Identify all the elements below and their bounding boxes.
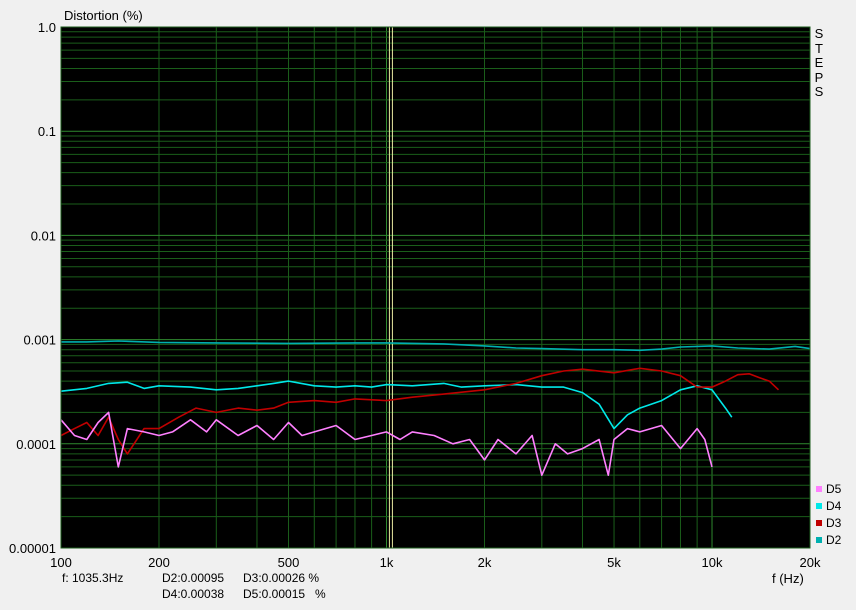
steps-letter: E [814, 55, 824, 70]
legend-item-d5: D5 [816, 480, 841, 497]
x-tick-label: 200 [148, 555, 170, 570]
d5-readout: D5:0.00015 % [243, 587, 326, 601]
d4-readout: D4:0.00038 [162, 587, 225, 601]
y-tick-label: 0.00001 [9, 541, 56, 556]
x-tick-label: 10k [702, 555, 723, 570]
steps-letter: T [815, 40, 823, 56]
legend-swatch [816, 536, 822, 543]
steps-letter: S [814, 26, 824, 41]
x-tick-label: 2k [478, 555, 492, 570]
steps-label: STEPS [812, 26, 826, 100]
legend-swatch [816, 519, 822, 526]
x-tick-label: 1k [380, 555, 394, 570]
y-tick-label: 0.0001 [16, 437, 56, 452]
x-tick-label: 20k [800, 555, 821, 570]
y-tick-label: 0.1 [38, 124, 56, 139]
x-tick-label: 5k [607, 555, 621, 570]
steps-letter: S [814, 84, 824, 99]
steps-letter: P [814, 69, 824, 85]
legend-swatch [816, 485, 822, 492]
legend-item-d4: D4 [816, 497, 841, 514]
legend-swatch [816, 502, 822, 509]
legend-label: D5 [826, 481, 842, 496]
y-tick-label: 1.0 [38, 20, 56, 35]
legend-label: D4 [826, 498, 842, 513]
y-tick-label: 0.001 [23, 333, 56, 348]
legend-item-d2: D2 [816, 531, 841, 548]
legend-item-d3: D3 [816, 514, 841, 531]
legend-label: D3 [826, 515, 842, 530]
legend-label: D2 [826, 532, 842, 547]
d3-readout: D3:0.00026 % [243, 571, 320, 585]
x-axis-label: f (Hz) [772, 571, 804, 586]
legend: D5 D4 D3 D2 [816, 480, 841, 548]
y-axis-label: Distortion (%) [64, 8, 143, 23]
distortion-chart: 100 200 500 1k 2k 5k 10k 20k 1.0 0.1 0.01 0.001 0.00… [9, 8, 821, 586]
d2-readout: D2:0.00095 [162, 571, 225, 585]
x-tick-label: 100 [50, 555, 72, 570]
x-tick-label: 500 [278, 555, 300, 570]
cursor-frequency-readout: f: 1035.3Hz [62, 571, 124, 585]
y-tick-label: 0.01 [31, 228, 56, 243]
plot-area[interactable] [61, 27, 810, 548]
